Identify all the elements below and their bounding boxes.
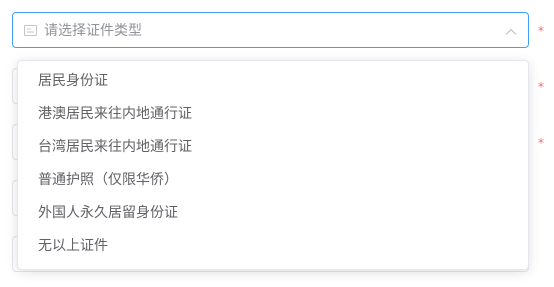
id-type-dropdown: 居民身份证 港澳居民来往内地通行证 台湾居民来往内地通行证 普通护照（仅限华侨）… [17,60,529,270]
id-type-select[interactable]: 请选择证件类型 [12,12,529,48]
id-card-icon [22,22,38,38]
required-mark: * [538,80,544,94]
option-hk-macau-permit[interactable]: 港澳居民来往内地通行证 [18,98,528,131]
option-resident-id-card[interactable]: 居民身份证 [18,65,528,98]
form-page: 请选择证件类型 * * * 居民身份证 港澳居民来往内地通行证 台湾居民来往内地… [0,0,554,287]
option-foreigner-permanent-residence[interactable]: 外国人永久居留身份证 [18,197,528,230]
select-placeholder: 请选择证件类型 [44,23,142,39]
option-passport-overseas-chinese[interactable]: 普通护照（仅限华侨） [18,164,528,197]
chevron-up-icon[interactable] [504,24,518,38]
required-mark: * [538,136,544,150]
required-mark: * [538,24,544,38]
option-no-id[interactable]: 无以上证件 [18,230,528,263]
option-taiwan-permit[interactable]: 台湾居民来往内地通行证 [18,131,528,164]
